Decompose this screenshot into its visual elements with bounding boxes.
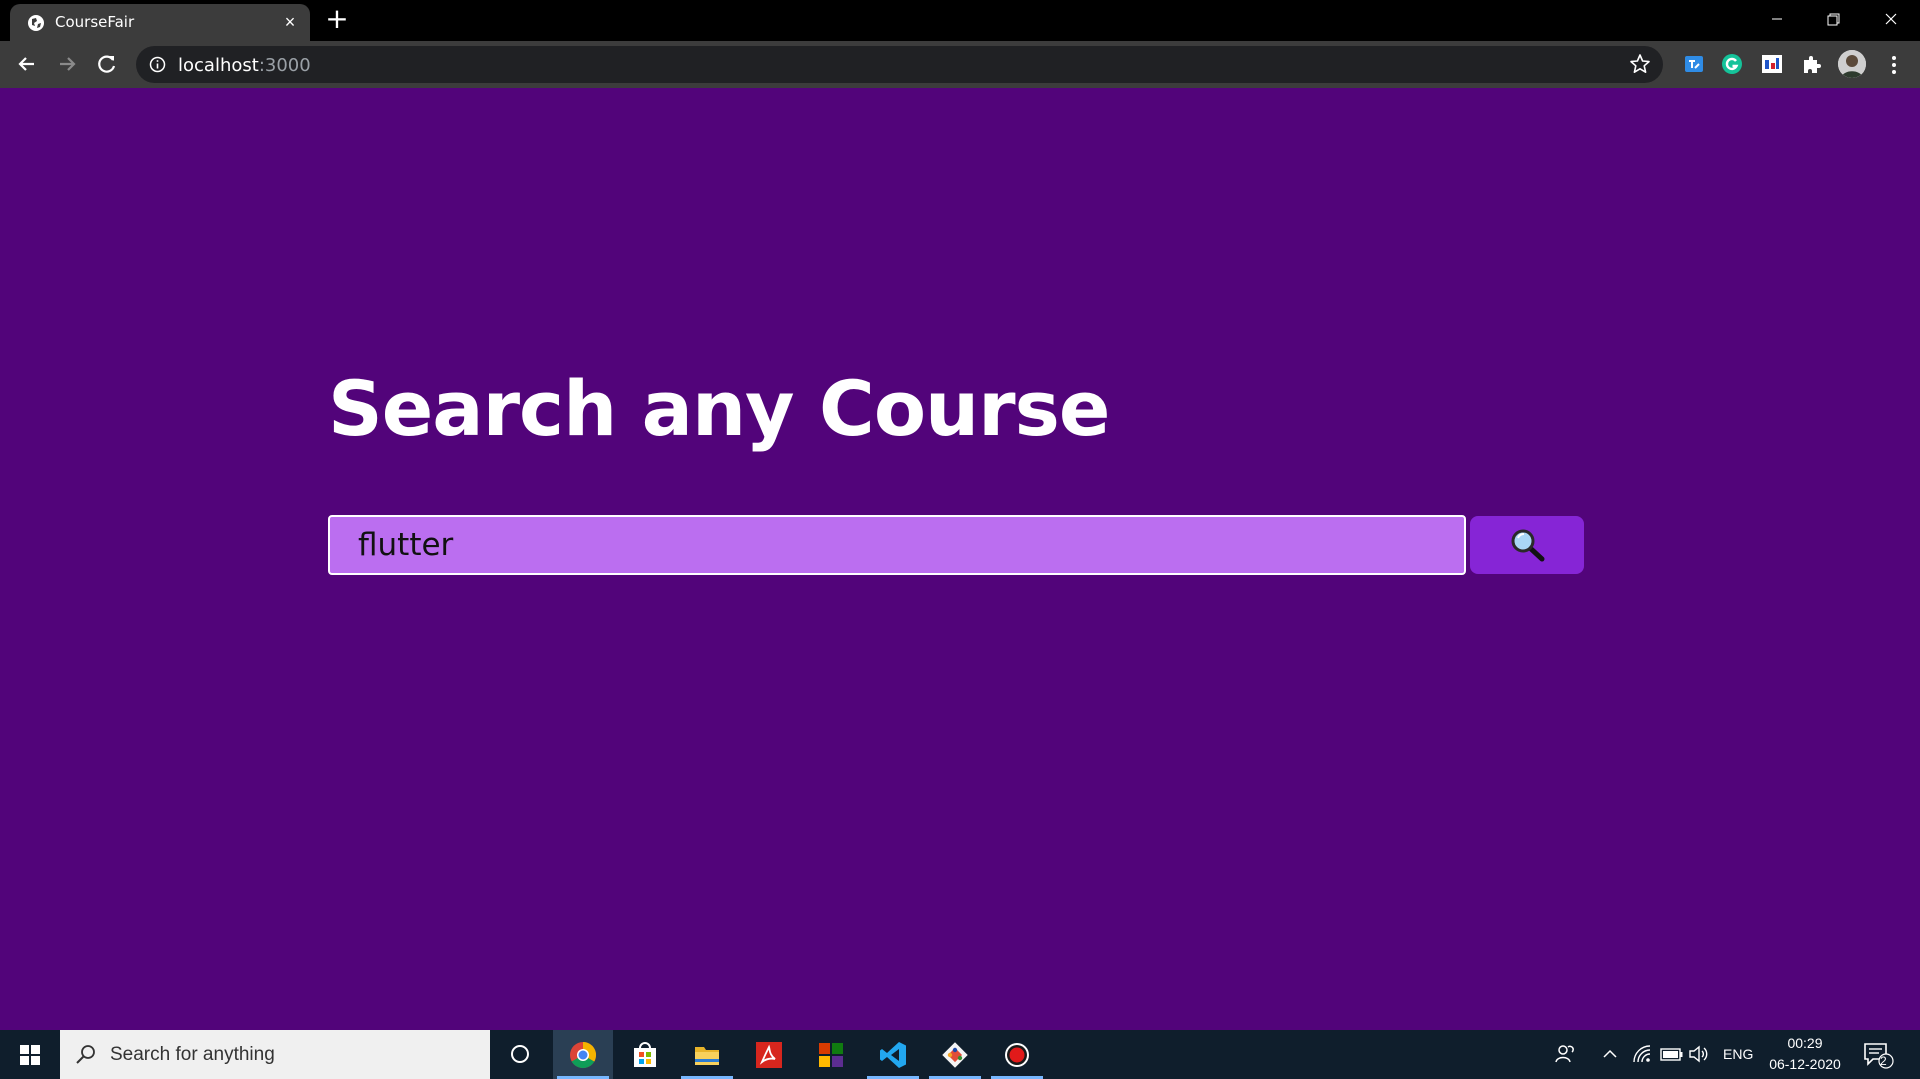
url-host: localhost xyxy=(178,55,259,76)
cortana-icon[interactable] xyxy=(502,1030,538,1079)
taskbar-app-acrobat[interactable] xyxy=(739,1030,799,1079)
kebab-menu-icon[interactable] xyxy=(1882,53,1906,77)
wifi-icon[interactable] xyxy=(1632,1044,1652,1064)
grammarly-icon[interactable] xyxy=(1720,52,1744,76)
notification-count-badge: 2 xyxy=(1880,1054,1887,1068)
address-bar[interactable]: localhost:3000 xyxy=(136,46,1663,83)
file-explorer-icon xyxy=(695,1047,719,1065)
avatar[interactable] xyxy=(1838,50,1866,78)
vscode-icon xyxy=(880,1042,906,1068)
search-button[interactable] xyxy=(1470,516,1584,574)
taskbar-app-git[interactable] xyxy=(925,1030,985,1079)
taskbar-app-office[interactable] xyxy=(801,1030,861,1079)
chrome-icon xyxy=(570,1041,597,1069)
browser-tabstrip: CourseFair × + xyxy=(0,0,1920,41)
url-text: localhost:3000 xyxy=(178,55,311,76)
arrow-right-icon[interactable] xyxy=(52,49,82,79)
browser-tab[interactable]: CourseFair × xyxy=(10,4,310,41)
taskbar-app-file-explorer[interactable] xyxy=(677,1030,737,1079)
battery-icon[interactable] xyxy=(1660,1044,1684,1064)
browser-toolbar: localhost:3000 xyxy=(0,41,1920,88)
arrow-left-icon[interactable] xyxy=(12,49,42,79)
window-minimize-button[interactable] xyxy=(1754,4,1800,34)
translate-extension-icon[interactable] xyxy=(1682,52,1706,76)
taskbar-search-box[interactable]: Search for anything xyxy=(60,1030,490,1079)
star-icon[interactable] xyxy=(1629,53,1651,75)
page-title: Search any Course xyxy=(328,364,1110,453)
search-icon xyxy=(76,1045,95,1064)
tab-title: CourseFair xyxy=(55,13,135,31)
store-icon xyxy=(634,1042,656,1067)
globe-icon xyxy=(28,15,44,31)
puzzle-icon[interactable] xyxy=(1800,52,1824,76)
magnifier-icon xyxy=(1511,529,1545,562)
taskbar-app-store[interactable] xyxy=(615,1030,675,1079)
reload-icon[interactable] xyxy=(92,49,122,79)
info-icon[interactable] xyxy=(149,56,166,73)
people-icon[interactable] xyxy=(1553,1042,1577,1066)
git-icon xyxy=(942,1042,968,1068)
acrobat-icon xyxy=(756,1042,782,1068)
window-restore-button[interactable] xyxy=(1810,4,1856,34)
clock-time[interactable]: 00:29 xyxy=(1770,1035,1840,1051)
page-content: Search any Course xyxy=(0,88,1920,1030)
search-input[interactable] xyxy=(328,515,1466,575)
notifications-icon[interactable] xyxy=(1862,1040,1894,1070)
taskbar-app-vscode[interactable] xyxy=(863,1030,923,1079)
taskbar-app-recorder[interactable] xyxy=(987,1030,1047,1079)
windows-logo-icon xyxy=(20,1045,40,1065)
close-icon[interactable]: × xyxy=(280,12,300,32)
url-port: :3000 xyxy=(258,55,311,76)
language-indicator[interactable]: ENG xyxy=(1723,1046,1753,1062)
taskbar-app-chrome[interactable] xyxy=(553,1030,613,1079)
windows-taskbar: Search for anything ENG 00:29 06-12-2020… xyxy=(0,1030,1920,1079)
taskbar-search-placeholder: Search for anything xyxy=(110,1044,275,1065)
recorder-icon xyxy=(1005,1043,1029,1067)
extension-app-icon[interactable] xyxy=(1760,52,1784,76)
chevron-up-icon[interactable] xyxy=(1600,1044,1620,1064)
new-tab-button[interactable]: + xyxy=(323,5,351,34)
start-button[interactable] xyxy=(0,1030,60,1079)
office-icon xyxy=(819,1043,843,1067)
clock-date[interactable]: 06-12-2020 xyxy=(1766,1056,1844,1072)
profile-photo-icon xyxy=(1838,50,1866,78)
volume-icon[interactable] xyxy=(1688,1044,1710,1064)
window-close-button[interactable] xyxy=(1868,4,1914,34)
